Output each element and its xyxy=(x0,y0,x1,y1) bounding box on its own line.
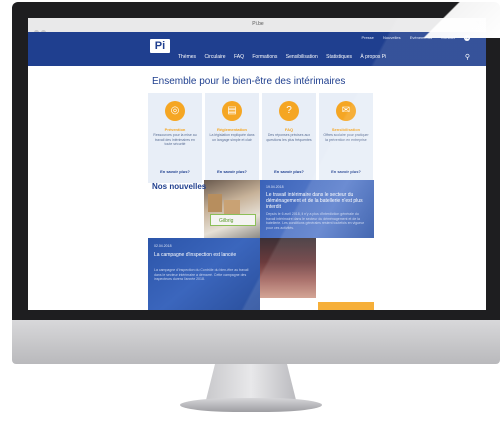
card-link[interactable]: En savoir plus? xyxy=(264,169,314,174)
card-text: Ressources pour la mise au travail des i… xyxy=(153,133,197,146)
monitor: Pi.be × Presse Nouvelles Evénements Cont… xyxy=(6,0,501,364)
monitor-chin xyxy=(12,320,500,364)
card-text: La législation expliquée dans un langage… xyxy=(209,133,255,142)
news-section: Gilbrig 19.04.2018 Le travail intérimair… xyxy=(148,180,374,310)
target-icon: ◎ xyxy=(165,101,185,121)
address-bar[interactable]: Pi.be xyxy=(218,21,298,29)
news-card-demenagement[interactable]: 19.04.2018 Le travail intérimaire dans l… xyxy=(260,180,374,238)
chat-icon: ✉ xyxy=(336,101,356,121)
card-title: Prévention xyxy=(164,127,186,132)
card-reglementation[interactable]: ▤ Réglementation La législation expliqué… xyxy=(205,93,259,183)
question-icon: ? xyxy=(279,101,299,121)
card-title: Sensibilisation xyxy=(331,127,361,132)
news-card-inspection[interactable]: 02.04.2018 La campagne d'inspection est … xyxy=(148,238,260,310)
menu-item-themes[interactable]: Thèmes xyxy=(178,54,196,60)
document-icon: ▤ xyxy=(222,101,242,121)
card-link[interactable]: En savoir plus? xyxy=(150,169,200,174)
card-link[interactable]: En savoir plus? xyxy=(321,169,371,174)
card-text: Offres scolaire pour pratiquer la préven… xyxy=(323,133,369,142)
feature-cards: ◎ Prévention Ressources pour la mise au … xyxy=(148,93,374,183)
main-menu: Thèmes Circulaire FAQ Formations Sensibi… xyxy=(178,54,393,60)
window-controls[interactable] xyxy=(34,22,54,53)
news-date: 19.04.2018 xyxy=(266,185,284,189)
card-title: FAQ xyxy=(284,127,294,132)
truck-label: Gilbrig xyxy=(210,214,256,226)
monitor-stand xyxy=(206,364,296,400)
news-summary: La campagne d'inspection du Contrôle du … xyxy=(154,268,249,281)
card-title: Réglementation xyxy=(216,127,247,132)
page-heading: Ensemble pour le bien-être des intérimai… xyxy=(152,76,346,87)
card-text: Des réponses précises aux questions les … xyxy=(266,133,312,142)
monitor-reflection xyxy=(366,0,500,38)
news-headline[interactable]: La campagne d'inspection est lancée xyxy=(154,252,254,258)
news-heading: Nos nouvelles xyxy=(152,182,207,191)
news-summary: Depuis le 6 avril 2018, il n'y a plus d'… xyxy=(266,212,365,230)
card-prevention[interactable]: ◎ Prévention Ressources pour la mise au … xyxy=(148,93,202,183)
card-sensibilisation[interactable]: ✉ Sensibilisation Offres scolaire pour p… xyxy=(319,93,373,183)
cardboard-box xyxy=(208,194,222,212)
menu-item-circulaire[interactable]: Circulaire xyxy=(204,54,225,60)
monitor-base xyxy=(180,398,322,412)
search-icon[interactable]: ⚲ xyxy=(465,53,470,61)
menu-item-formations[interactable]: Formations xyxy=(252,54,277,60)
screen: Pi.be × Presse Nouvelles Evénements Cont… xyxy=(28,18,486,310)
news-photo-moving[interactable]: Gilbrig xyxy=(204,180,260,238)
card-link[interactable]: En savoir plus? xyxy=(207,169,257,174)
site-logo[interactable]: Pi xyxy=(150,39,170,53)
card-faq[interactable]: ? FAQ Des réponses précises aux question… xyxy=(262,93,316,183)
menu-item-statistiques[interactable]: Statistiques xyxy=(326,54,352,60)
news-photo-workers[interactable] xyxy=(260,238,316,298)
news-accent-bar xyxy=(318,302,374,310)
menu-item-sensibilisation[interactable]: Sensibilisation xyxy=(286,54,318,60)
cardboard-box xyxy=(224,200,240,214)
news-date: 02.04.2018 xyxy=(154,244,172,248)
news-headline[interactable]: Le travail intérimaire dans le secteur d… xyxy=(266,192,366,210)
menu-item-about[interactable]: À propos Pi xyxy=(360,54,386,60)
menu-item-faq[interactable]: FAQ xyxy=(234,54,244,60)
